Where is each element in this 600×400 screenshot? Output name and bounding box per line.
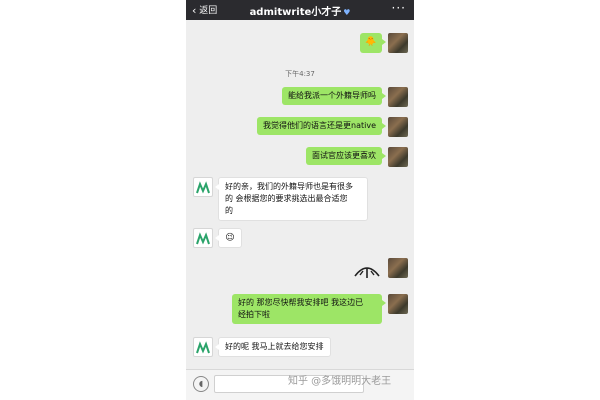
my-avatar[interactable] [388, 117, 408, 137]
doodle-sticker-icon [354, 267, 380, 278]
chat-title: admitwrite小才子 ♥ [186, 3, 414, 18]
message-text-line: 的 会根据您的要求挑选出最合适您 [225, 194, 348, 203]
my-avatar[interactable] [388, 147, 408, 167]
my-avatar[interactable] [388, 33, 408, 53]
admitwrite-logo-icon [196, 341, 210, 354]
message-text-line: 好的亲，我们的外籍导师也是有很多 [225, 182, 353, 191]
doodle-sticker[interactable] [352, 262, 382, 282]
agent-avatar[interactable] [193, 177, 213, 197]
chick-sticker-icon: 🐥 [365, 37, 377, 47]
message-row: 我觉得他们的语言还是更native [186, 117, 414, 139]
agent-message-bubble[interactable]: 好的呢 我马上就去给您安排 [215, 337, 331, 357]
agent-avatar[interactable] [193, 337, 213, 357]
message-row: 好的呢 我马上就去给您安排 [186, 337, 414, 359]
sticker-bubble[interactable]: 🐥 [360, 33, 386, 53]
voice-icon: ◖ [198, 379, 204, 388]
agent-message-bubble[interactable]: 好的亲，我们的外籍导师也是有很多 的 会根据您的要求挑选出最合适您 的 [215, 177, 368, 221]
agent-avatar[interactable] [193, 228, 213, 248]
contact-name: admitwrite小才子 [249, 7, 342, 18]
message-row: 😉 [186, 228, 414, 250]
my-avatar[interactable] [388, 294, 408, 314]
message-text: 好的呢 我马上就去给您安排 [225, 342, 324, 351]
message-row: 面试官应该更喜欢 [186, 147, 414, 169]
message-timestamp: 下午4:37 [285, 70, 315, 78]
message-text: 能给我派一个外籍导师吗 [288, 91, 376, 100]
heart-icon: ♥ [343, 8, 351, 17]
more-options-button[interactable]: ··· [392, 1, 406, 15]
message-row: 好的 那您尽快帮我安排吧 我这边已 经拍下啦 [186, 294, 414, 326]
agent-emoji-bubble[interactable]: 😉 [215, 228, 242, 248]
my-message-bubble[interactable]: 好的 那您尽快帮我安排吧 我这边已 经拍下啦 [232, 294, 386, 324]
my-message-bubble[interactable]: 我觉得他们的语言还是更native [257, 117, 386, 135]
message-row: 能给我派一个外籍导师吗 [186, 87, 414, 109]
message-text-line: 经拍下啦 [238, 310, 270, 319]
message-row [186, 258, 414, 284]
message-row: 🐥 [186, 33, 414, 55]
message-row: 好的亲，我们的外籍导师也是有很多 的 会根据您的要求挑选出最合适您 的 [186, 177, 414, 221]
admitwrite-logo-icon [196, 181, 210, 194]
my-message-bubble[interactable]: 面试官应该更喜欢 [306, 147, 386, 165]
my-avatar[interactable] [388, 87, 408, 107]
voice-input-button[interactable]: ◖ [193, 376, 209, 392]
wink-emoji-icon: 😉 [225, 233, 235, 243]
my-avatar[interactable] [388, 258, 408, 278]
message-text: 面试官应该更喜欢 [312, 151, 376, 160]
top-nav-bar: ‹ 返回 admitwrite小才子 ♥ ··· [186, 0, 414, 20]
my-message-bubble[interactable]: 能给我派一个外籍导师吗 [282, 87, 386, 105]
admitwrite-logo-icon [196, 232, 210, 245]
zhihu-watermark: 知乎 @多饿明明大老王 [288, 376, 392, 387]
message-text: 我觉得他们的语言还是更native [263, 121, 376, 130]
chat-window: ‹ 返回 admitwrite小才子 ♥ ··· 🐥 下午4:37 能给我派一个外… [186, 0, 414, 400]
more-icon: ··· [391, 1, 406, 15]
message-text-line: 好的 那您尽快帮我安排吧 我这边已 [238, 298, 364, 307]
message-text-line: 的 [225, 206, 233, 215]
